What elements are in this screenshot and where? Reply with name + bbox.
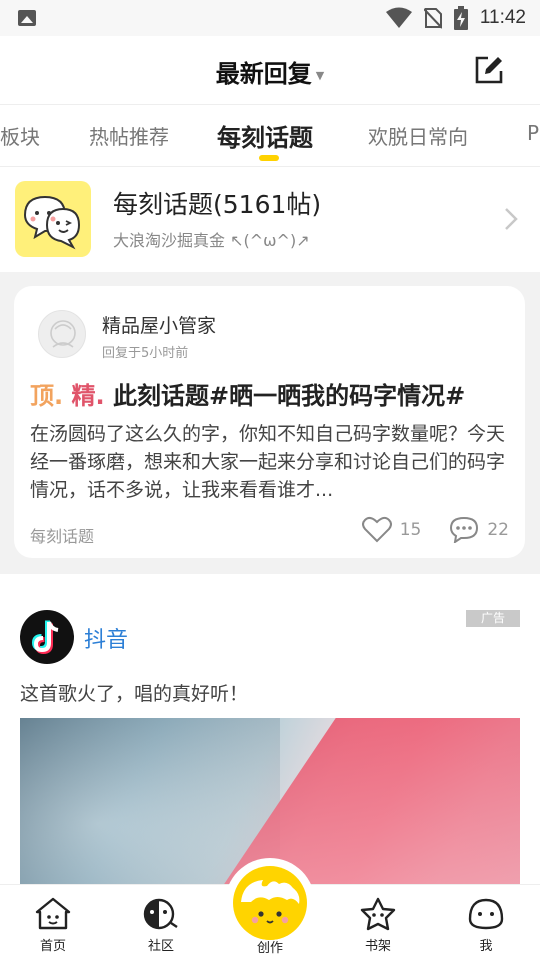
wifi-icon xyxy=(385,7,412,28)
topic-header[interactable]: 每刻话题(5161帖) 大浪淘沙掘真金 ↖(^ω^)↗ xyxy=(0,166,540,272)
battery-charging-icon xyxy=(453,6,468,30)
nav-home[interactable]: 首页 xyxy=(18,897,88,954)
comment-button[interactable]: 22 xyxy=(449,516,509,543)
comment-count: 22 xyxy=(487,519,509,540)
topic-subtitle: 大浪淘沙掘真金 ↖(^ω^)↗ xyxy=(113,231,310,250)
ad-badge: 广告 xyxy=(466,610,520,627)
like-count: 15 xyxy=(399,519,422,540)
home-icon xyxy=(35,897,71,930)
topic-name: 每刻话题(5161帖) xyxy=(113,190,322,219)
post-title: 顶. 精. 此刻话题#晒一晒我的码字情况# xyxy=(30,376,465,411)
like-button[interactable]: 15 xyxy=(361,516,422,543)
create-button[interactable]: 创作 xyxy=(225,858,315,956)
chevron-right-icon xyxy=(505,208,518,230)
status-bar: 11:42 xyxy=(0,0,540,36)
ad-brand-name[interactable]: 抖音 xyxy=(84,622,128,654)
nav-community[interactable]: 社区 xyxy=(126,897,196,954)
no-sim-icon xyxy=(423,8,442,29)
tab-hot-posts[interactable]: 热帖推荐 xyxy=(89,121,169,150)
nav-bookshelf-label: 书架 xyxy=(364,939,391,954)
create-mascot-icon xyxy=(233,866,307,940)
nav-bookshelf[interactable]: 书架 xyxy=(343,897,413,954)
ad-slogan: 这首歌火了，唱的真好听！ xyxy=(20,683,249,705)
post-title-text: 此刻话题#晒一晒我的码字情况# xyxy=(112,382,466,410)
create-label: 创作 xyxy=(256,941,283,956)
post-topic-label[interactable]: 每刻话题 xyxy=(30,523,94,547)
author-name[interactable]: 精品屋小管家 xyxy=(102,311,216,338)
tab-daily-topic[interactable]: 每刻话题 xyxy=(217,118,313,153)
profile-icon xyxy=(468,898,504,930)
nav-community-label: 社区 xyxy=(147,939,174,954)
post-excerpt: 在汤圆码了这么久的字，你知不知自己码字数量呢？今天经一番琢磨，想来和大家一起来分… xyxy=(30,423,506,501)
caret-down-icon: ▼ xyxy=(315,68,325,82)
clock: 11:42 xyxy=(479,7,526,28)
post-stats: 15 22 xyxy=(361,516,509,543)
heart-icon xyxy=(361,516,392,543)
section-tabs: 板块 热帖推荐 每刻话题 欢脱日常向 P xyxy=(0,104,540,166)
tab-next[interactable]: P xyxy=(527,121,539,145)
topic-icon xyxy=(15,181,91,257)
tab-boards[interactable]: 板块 xyxy=(0,121,40,150)
nav-me-label: 我 xyxy=(479,939,493,954)
page-title: 最新回复 xyxy=(215,60,312,88)
feed-sort-dropdown[interactable]: 最新回复 ▼ xyxy=(0,54,540,89)
community-icon xyxy=(143,898,178,930)
reply-time: 回复于5小时前 xyxy=(102,346,189,361)
nav-me[interactable]: 我 xyxy=(451,897,521,954)
ad-card[interactable]: 抖音 广告 这首歌火了，唱的真好听！ xyxy=(0,574,540,894)
post-card[interactable]: 精品屋小管家 回复于5小时前 顶. 精. 此刻话题#晒一晒我的码字情况# 在汤圆… xyxy=(14,286,525,558)
pinned-tag: 顶. xyxy=(30,382,64,410)
star-icon xyxy=(360,897,396,931)
status-icons: 11:42 xyxy=(385,6,526,30)
essence-tag: 精. xyxy=(71,382,105,410)
compose-icon[interactable] xyxy=(474,55,504,85)
comment-icon xyxy=(450,516,479,543)
gallery-notification-icon xyxy=(18,10,36,26)
douyin-logo xyxy=(20,610,74,664)
tab-casual-daily[interactable]: 欢脱日常向 xyxy=(368,121,468,150)
app-header: 最新回复 ▼ xyxy=(0,36,540,104)
active-tab-indicator xyxy=(259,155,279,161)
nav-home-label: 首页 xyxy=(39,939,66,954)
author-avatar[interactable] xyxy=(38,310,86,358)
